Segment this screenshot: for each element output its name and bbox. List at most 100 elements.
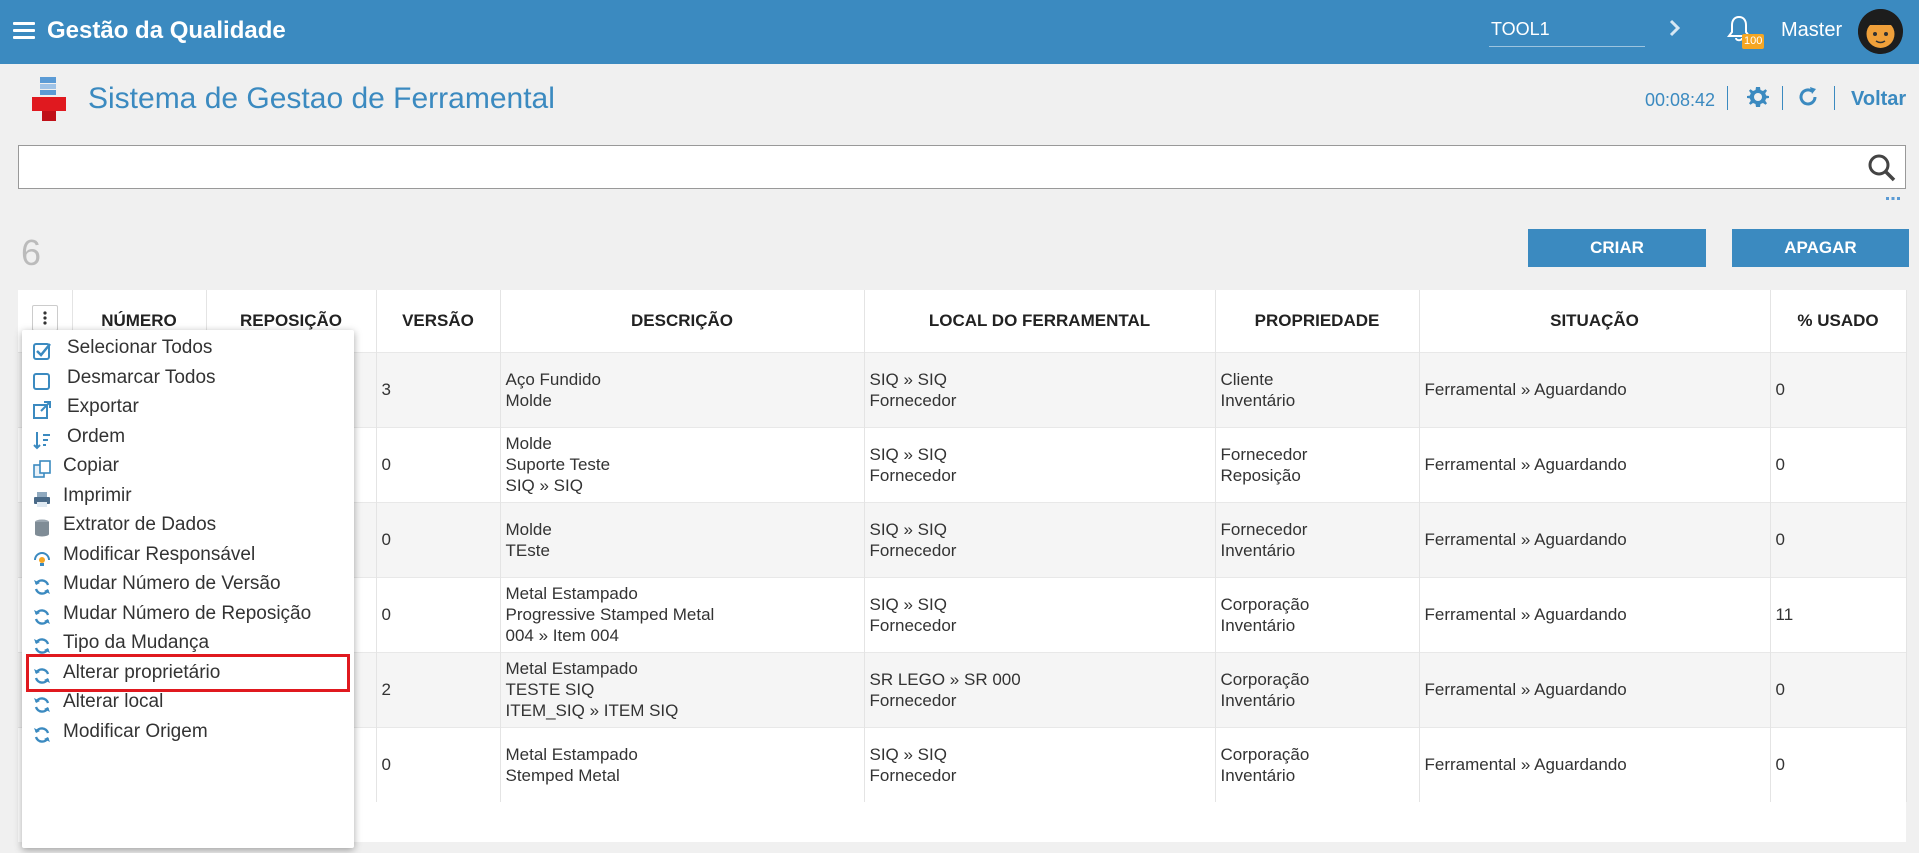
cell-text: 0 [381, 755, 391, 775]
refresh-icon[interactable] [1796, 85, 1820, 109]
cell-line: Corporação [1220, 594, 1310, 614]
cell-line: SIQ » SIQ [869, 369, 947, 389]
versao-cell: 0 [376, 426, 501, 502]
cell-text: Ferramental » Aguardando [1424, 380, 1627, 399]
checkbox-checked-icon [32, 339, 52, 360]
create-button[interactable]: CRIAR [1528, 229, 1706, 267]
cell-line: TESTE SIQ [505, 680, 595, 699]
usado-cell: 0 [1770, 351, 1907, 427]
propriedade-cell: Corporação Inventário [1215, 726, 1420, 802]
situacao-cell: Ferramental » Aguardando [1419, 576, 1771, 652]
column-header[interactable]: VERSÃO [376, 290, 501, 352]
cell-line: TEste [505, 540, 550, 560]
cell-line: Molde [505, 519, 552, 539]
cell-text: Ferramental » Aguardando [1424, 680, 1627, 699]
cell-line: Fornecedor [1220, 444, 1308, 464]
situacao-cell: Ferramental » Aguardando [1419, 426, 1771, 502]
column-header[interactable]: % USADO [1770, 290, 1907, 352]
sync-icon [32, 605, 52, 625]
cell-line: Fornecedor [869, 540, 957, 560]
column-header[interactable]: PROPRIEDADE [1215, 290, 1420, 352]
cell-text: Ferramental » Aguardando [1424, 530, 1627, 549]
usado-cell: 11 [1770, 576, 1907, 652]
column-header[interactable]: DESCRIÇÃO [500, 290, 865, 352]
sync-icon [32, 664, 52, 684]
usado-cell: 0 [1770, 426, 1907, 502]
cell-line: Metal Estampado [505, 584, 638, 603]
user-name[interactable]: Master [1781, 19, 1842, 42]
cell-line: Fornecedor [869, 690, 957, 710]
cell-line: Fornecedor [869, 765, 957, 785]
printer-icon [32, 487, 52, 507]
descricao-cell: Metal Estampado Stemped Metal [500, 726, 865, 802]
cell-line: Reposição [1220, 465, 1301, 485]
column-header[interactable]: LOCAL DO FERRAMENTAL [864, 290, 1216, 352]
page-title: Sistema de Gestao de Ferramental [88, 82, 555, 115]
gear-icon[interactable] [1746, 85, 1770, 109]
cell-text: 0 [1775, 380, 1785, 399]
cell-line: Stemped Metal [505, 765, 620, 785]
descricao-cell: Metal Estampado TESTE SIQ ITEM_SIQ » ITEM … [500, 651, 865, 727]
situacao-cell: Ferramental » Aguardando [1419, 726, 1771, 802]
cell-text: Ferramental » Aguardando [1424, 755, 1627, 775]
cell-line: Corporação [1220, 744, 1310, 764]
search-input[interactable] [18, 145, 1906, 189]
usado-cell: 0 [1770, 651, 1907, 727]
propriedade-cell: Cliente Inventário [1215, 351, 1420, 427]
versao-cell: 0 [376, 576, 501, 652]
search-icon[interactable] [1867, 153, 1897, 183]
versao-cell: 0 [376, 501, 501, 577]
cell-line: ITEM_SIQ » ITEM SIQ [505, 701, 679, 720]
record-count: 6 [21, 232, 42, 273]
cell-text: 11 [1775, 605, 1794, 624]
descricao-cell: Metal Estampado Progressive Stamped Metal… [500, 576, 865, 652]
chevron-right-icon[interactable] [1665, 16, 1685, 40]
cell-text: 0 [1775, 455, 1785, 474]
session-timer: 00:08:42 [1645, 90, 1716, 110]
descricao-cell: Molde TEste [500, 501, 865, 577]
local-cell: SR LEGO » SR 000 Fornecedor [864, 651, 1216, 727]
cell-line: Metal Estampado [505, 659, 638, 678]
cell-line: 004 » Item 004 [505, 626, 619, 645]
versao-cell: 2 [376, 651, 501, 727]
sync-icon [32, 693, 52, 713]
hamburger-menu-icon[interactable] [13, 22, 35, 40]
propriedade-cell: Fornecedor Inventário [1215, 501, 1420, 577]
cell-text: 3 [381, 380, 391, 399]
menu-item-label: Modificar Origem [63, 720, 208, 742]
cell-text: 0 [1775, 530, 1785, 549]
back-link[interactable]: Voltar [1851, 88, 1906, 111]
cell-line: Inventário [1220, 540, 1296, 560]
local-cell: SIQ » SIQ Fornecedor [864, 351, 1216, 427]
cell-line: Corporação [1220, 669, 1310, 689]
cell-line: Fornecedor [869, 615, 957, 635]
sort-icon [32, 428, 52, 449]
tooling-logo-icon [32, 77, 66, 121]
cell-text: Ferramental » Aguardando [1424, 605, 1627, 624]
propriedade-cell: Corporação Inventário [1215, 576, 1420, 652]
top-bar: Gestão da Qualidade 100 Master [0, 0, 1919, 64]
local-cell: SIQ » SIQ Fornecedor [864, 501, 1216, 577]
situacao-cell: Ferramental » Aguardando [1419, 651, 1771, 727]
separator [1782, 86, 1783, 110]
local-cell: SIQ » SIQ Fornecedor [864, 426, 1216, 502]
table-context-menu: Selecionar Todos Desmarcar Todos Exportar O… [22, 330, 354, 848]
cell-line: SIQ » SIQ [505, 476, 583, 495]
delete-button[interactable]: APAGAR [1732, 229, 1909, 267]
cell-line: Inventário [1220, 765, 1296, 785]
table-menu-button[interactable] [31, 305, 58, 332]
cell-text: 0 [381, 530, 391, 549]
kebab-icon [43, 311, 47, 325]
column-header[interactable]: SITUAÇÃO [1419, 290, 1771, 352]
cell-text: 0 [381, 605, 391, 624]
local-cell: SIQ » SIQ Fornecedor [864, 576, 1216, 652]
cell-line: SIQ » SIQ [869, 519, 947, 539]
cell-line: Metal Estampado [505, 744, 638, 764]
cell-line: Cliente [1220, 369, 1274, 389]
menu-item-modificar-origem[interactable]: Modificar Origem [28, 715, 348, 749]
cell-line: SIQ » SIQ [869, 594, 947, 614]
more-options-icon[interactable] [1885, 194, 1901, 202]
database-input[interactable] [1489, 13, 1645, 47]
cell-line: SIQ » SIQ [869, 444, 947, 464]
avatar[interactable] [1858, 9, 1903, 54]
